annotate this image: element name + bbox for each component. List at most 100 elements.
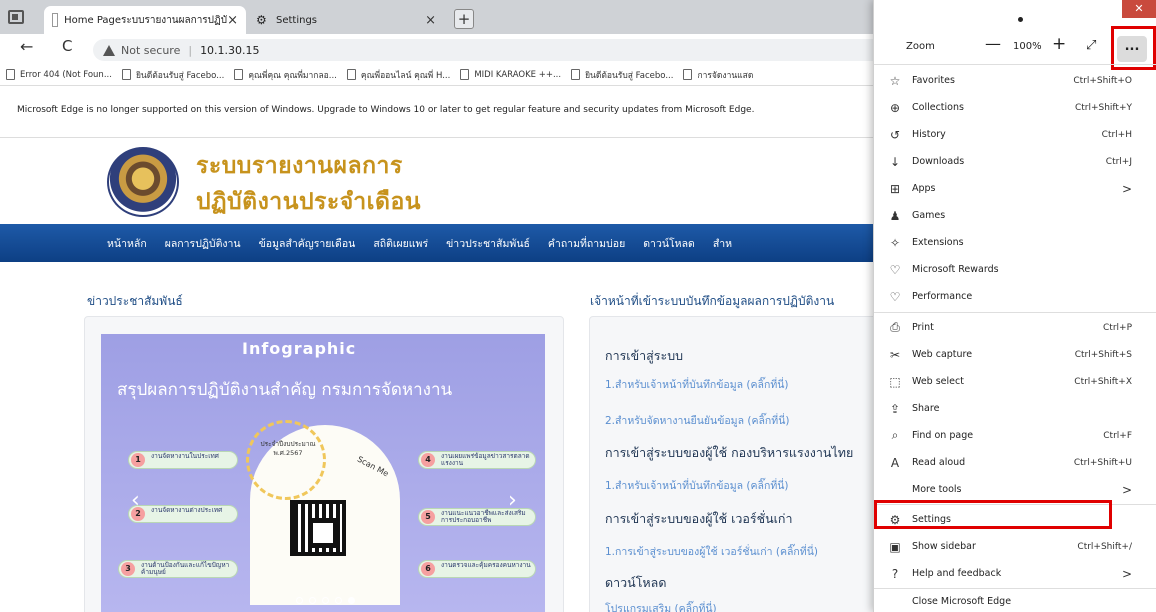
login-link[interactable]: 2.สำหรับจัดหางานยืนยันข้อมูล (คลิ๊กที่นี… bbox=[605, 412, 789, 429]
submenu-arrow-icon: > bbox=[1121, 181, 1132, 196]
tab-settings[interactable]: ⚙ Settings × bbox=[248, 6, 444, 34]
infographic-item: 5 งานแนะแนวอาชีพและส่งเสริมการประกอบอาชีพ bbox=[418, 508, 536, 526]
menu-item-label: History bbox=[912, 129, 946, 140]
carousel-dot[interactable] bbox=[296, 597, 303, 604]
login-section-heading: ดาวน์โหลด bbox=[605, 575, 667, 590]
warning-icon[interactable] bbox=[103, 44, 115, 56]
menu-item-print[interactable]: ⎙ Print Ctrl+P bbox=[874, 314, 1144, 341]
apps-icon: ⊞ bbox=[889, 181, 901, 196]
menu-item-history[interactable]: ↺ History Ctrl+H bbox=[874, 121, 1144, 148]
favorite-item[interactable]: MIDI KARAOKE ++... bbox=[460, 69, 561, 80]
menu-item-label: More tools bbox=[912, 484, 962, 495]
web-select-icon: ⬚ bbox=[889, 374, 901, 389]
item-text: งานต้านป้องกันและแก้ไขปัญหาค้ามนุษย์ bbox=[141, 561, 230, 576]
login-link[interactable]: 1.สำหรับเจ้าหน้าที่บันทึกข้อมูล (คลิ๊กที… bbox=[605, 376, 789, 393]
menu-item-share[interactable]: ⇪ Share bbox=[874, 395, 1144, 422]
menu-item-shortcut: Ctrl+P bbox=[1103, 322, 1132, 333]
submenu-arrow-icon: > bbox=[1121, 482, 1132, 497]
login-link[interactable]: 1.การเข้าสู่ระบบของผู้ใช้ เวอร์ชั่นเก่า … bbox=[605, 543, 818, 560]
nav-statistics[interactable]: สถิติเผยแพร่ bbox=[373, 235, 428, 252]
nav-performance[interactable]: ผลการปฏิบัติงาน bbox=[165, 235, 241, 252]
item-number: 3 bbox=[121, 562, 135, 576]
nav-home[interactable]: หน้าหลัก bbox=[107, 235, 147, 252]
carousel-dot[interactable] bbox=[322, 597, 329, 604]
item-text: งานเผยแพร่ข้อมูลข่าวสารตลาดแรงงาน bbox=[441, 452, 530, 467]
tab-home-page[interactable]: Home Pageระบบรายงานผลการปฏิบั × bbox=[44, 6, 246, 34]
zoom-in-button[interactable]: + bbox=[1052, 34, 1066, 54]
zoom-out-button[interactable]: — bbox=[985, 34, 1001, 53]
favorite-item[interactable]: ยินดีต้อนรับสู่ Facebo... bbox=[121, 68, 224, 82]
infographic-title: สรุปผลการปฏิบัติงานสำคัญ กรมการจัดหางาน bbox=[117, 380, 453, 400]
menu-item-label: Read aloud bbox=[912, 457, 966, 468]
infographic-item: 4 งานเผยแพร่ข้อมูลข่าวสารตลาดแรงงาน bbox=[418, 451, 536, 469]
menu-item-shortcut: Ctrl+H bbox=[1101, 129, 1132, 140]
site-nav-links: หน้าหลัก ผลการปฏิบัติงาน ข้อมูลสำคัญรายเ… bbox=[107, 235, 732, 252]
department-logo bbox=[107, 147, 179, 217]
favorite-item[interactable]: คุณพี่คุณ คุณพี่มากลอ... bbox=[234, 68, 337, 82]
login-link[interactable]: 1.สำหรับเจ้าหน้าที่บันทึกข้อมูล (คลิ๊กที… bbox=[605, 477, 789, 494]
nav-download[interactable]: ดาวน์โหลด bbox=[643, 235, 695, 252]
menu-item-read-aloud[interactable]: A Read aloud Ctrl+Shift+U bbox=[874, 449, 1144, 476]
fullscreen-icon[interactable]: ⤢ bbox=[1086, 38, 1096, 53]
login-section-heading: การเข้าสู่ระบบ bbox=[605, 348, 684, 363]
menu-item-performance[interactable]: ♡ Performance bbox=[874, 283, 1144, 310]
refresh-button[interactable]: C bbox=[62, 37, 72, 55]
item-text: งานตรวจและคุ้มครองคนหางาน bbox=[441, 561, 531, 569]
menu-divider bbox=[874, 312, 1156, 313]
window-close-icon[interactable]: ✕ bbox=[1122, 0, 1156, 18]
menu-item-downloads[interactable]: ↓ Downloads Ctrl+J bbox=[874, 148, 1144, 175]
login-link[interactable]: โปรแกรมเสริม (คลิ๊กที่นี่) bbox=[605, 600, 717, 612]
menu-item-close-edge[interactable]: Close Microsoft Edge bbox=[874, 590, 1144, 612]
favorite-label: ยินดีต้อนรับสู่ Facebo... bbox=[585, 70, 674, 81]
page-icon bbox=[121, 69, 131, 80]
tab-close-icon[interactable]: × bbox=[425, 13, 436, 28]
tab-title: Settings bbox=[276, 14, 318, 26]
menu-item-shortcut: Ctrl+Shift+/ bbox=[1077, 541, 1132, 552]
nav-monthly-data[interactable]: ข้อมูลสำคัญรายเดือน bbox=[259, 235, 356, 252]
menu-item-shortcut: Ctrl+Shift+U bbox=[1073, 457, 1132, 468]
menu-item-microsoft-rewards[interactable]: ♡ Microsoft Rewards bbox=[874, 256, 1144, 283]
menu-item-find-on-page[interactable]: ⌕ Find on page Ctrl+F bbox=[874, 422, 1144, 449]
menu-item-shortcut: Ctrl+F bbox=[1103, 430, 1132, 441]
favorites-icon: ☆ bbox=[889, 73, 901, 88]
menu-item-shortcut: Ctrl+Shift+Y bbox=[1074, 102, 1132, 113]
address-bar[interactable]: Not secure | 10.1.30.15 bbox=[93, 39, 883, 61]
menu-item-collections[interactable]: ⊕ Collections Ctrl+Shift+Y bbox=[874, 94, 1144, 121]
carousel-dot-active[interactable] bbox=[348, 597, 355, 604]
favorite-item[interactable]: ยินดีต้อนรับสู่ Facebo... bbox=[571, 68, 673, 82]
page-icon bbox=[234, 69, 244, 80]
menu-item-web-select[interactable]: ⬚ Web select Ctrl+Shift+X bbox=[874, 368, 1144, 395]
menu-item-help-and-feedback[interactable]: ? Help and feedback > bbox=[874, 560, 1144, 587]
carousel-dot[interactable] bbox=[309, 597, 316, 604]
favorite-item[interactable]: คุณพี่ออนไลน์ คุณพี่ H... bbox=[346, 68, 450, 82]
menu-item-label: Games bbox=[912, 210, 946, 221]
menu-item-web-capture[interactable]: ✂ Web capture Ctrl+Shift+S bbox=[874, 341, 1144, 368]
menu-item-games[interactable]: ♟ Games bbox=[874, 202, 1144, 229]
login-section-heading: การเข้าสู่ระบบของผู้ใช้ เวอร์ชั่นเก่า bbox=[605, 511, 793, 526]
menu-item-show-sidebar[interactable]: ▣ Show sidebar Ctrl+Shift+/ bbox=[874, 533, 1144, 560]
infographic-item: 1 งานจัดหางานในประเทศ bbox=[128, 451, 238, 469]
favorite-item[interactable]: Error 404 (Not Foun... bbox=[6, 69, 112, 80]
nav-faq[interactable]: คำถามที่ถามบ่อย bbox=[548, 235, 625, 252]
tab-close-icon[interactable]: × bbox=[227, 13, 238, 28]
menu-item-favorites[interactable]: ☆ Favorites Ctrl+Shift+O bbox=[874, 67, 1144, 94]
menu-divider bbox=[874, 64, 1156, 65]
security-status[interactable]: Not secure bbox=[121, 44, 180, 57]
help-icon: ? bbox=[891, 566, 899, 581]
menu-item-more-tools[interactable]: More tools > bbox=[874, 476, 1144, 503]
news-heading: ข่าวประชาสัมพันธ์ bbox=[87, 294, 183, 308]
url-text[interactable]: 10.1.30.15 bbox=[200, 44, 259, 57]
new-tab-button[interactable]: + bbox=[454, 9, 474, 29]
back-button[interactable]: ← bbox=[20, 37, 33, 56]
settings-highlight bbox=[874, 500, 1112, 529]
tab-actions-icon[interactable] bbox=[8, 10, 24, 24]
favorite-item[interactable]: การจัดงานแสด bbox=[683, 68, 753, 82]
carousel-next-icon[interactable]: › bbox=[508, 488, 517, 513]
menu-item-apps[interactable]: ⊞ Apps > bbox=[874, 175, 1144, 202]
nav-more[interactable]: สำห bbox=[713, 235, 732, 252]
menu-item-extensions[interactable]: ✧ Extensions bbox=[874, 229, 1144, 256]
nav-news[interactable]: ข่าวประชาสัมพันธ์ bbox=[446, 235, 530, 252]
carousel-dot[interactable] bbox=[335, 597, 342, 604]
favorite-label: คุณพี่คุณ คุณพี่มากลอ... bbox=[248, 70, 337, 81]
carousel-prev-icon[interactable]: ‹ bbox=[131, 488, 140, 513]
